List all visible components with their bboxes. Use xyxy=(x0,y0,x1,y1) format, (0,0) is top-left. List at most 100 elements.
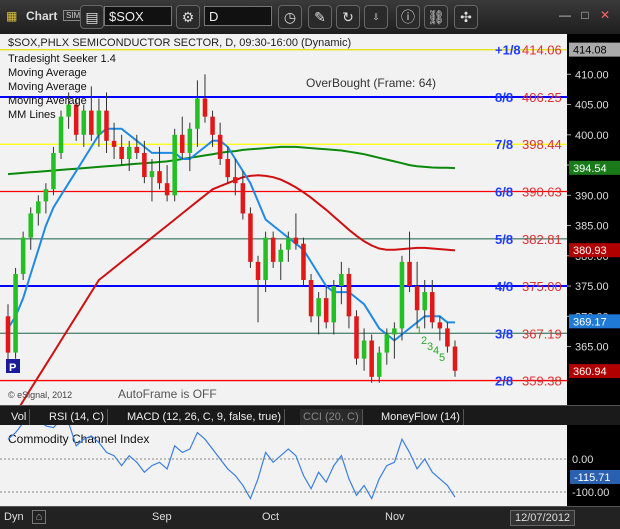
seeker-count-5: 5 xyxy=(439,352,445,364)
candle-body-47 xyxy=(361,340,367,359)
refresh-icon[interactable]: ↻ xyxy=(336,5,360,29)
clock-icon[interactable]: ◷ xyxy=(278,5,302,29)
candle-body-21 xyxy=(164,183,170,196)
mm-label-6: 3/8 xyxy=(495,326,513,341)
get-icon[interactable]: ⇩ xyxy=(364,5,388,29)
candle-body-3 xyxy=(28,213,34,238)
maximize-icon[interactable]: □ xyxy=(576,8,594,24)
candle-body-32 xyxy=(248,213,253,262)
y-tick-label-4: 390.00 xyxy=(575,190,609,202)
symbol-input[interactable]: $SOX xyxy=(104,6,172,26)
candle-body-4 xyxy=(36,201,41,214)
candle-body-44 xyxy=(339,273,344,287)
candle-body-19 xyxy=(149,171,155,178)
minimize-icon[interactable]: — xyxy=(556,8,574,24)
candle-body-53 xyxy=(407,261,412,287)
candle-body-43 xyxy=(331,286,337,323)
mm-value-4: 382.81 xyxy=(522,232,562,247)
candle-body-59 xyxy=(452,346,458,371)
lock-icon[interactable]: ⌂ xyxy=(32,510,46,524)
close-icon[interactable]: ✕ xyxy=(596,8,614,24)
candle-body-10 xyxy=(81,110,87,135)
candle-body-58 xyxy=(445,328,450,347)
candle-body-6 xyxy=(51,152,56,190)
candle-body-0 xyxy=(5,316,11,353)
y-tick-label-1: 405.00 xyxy=(575,100,609,112)
candle-body-30 xyxy=(233,177,238,184)
y-tick-label-9: 365.00 xyxy=(575,342,609,354)
x-label-nov: Nov xyxy=(385,511,405,523)
pencil-icon[interactable]: ✎ xyxy=(308,5,332,29)
gear-icon[interactable]: ⚙ xyxy=(176,5,200,29)
candle-body-42 xyxy=(323,298,329,323)
info-icon[interactable]: ⓘ xyxy=(396,5,420,29)
candle-body-26 xyxy=(202,98,208,117)
x-label-oct: Oct xyxy=(262,511,280,523)
interval-input[interactable]: D xyxy=(204,6,272,26)
candle-body-20 xyxy=(157,171,162,184)
candle-body-29 xyxy=(225,159,230,178)
candle-body-52 xyxy=(399,261,405,329)
study-label-ma2: Moving Average xyxy=(8,81,87,93)
chart-toolbar: ▦ Chart SIM ▤ $SOX ⚙ D ◷ ✎ ↻ ⇩ ⓘ ⛓ ✣ — □… xyxy=(0,0,620,35)
candle-body-39 xyxy=(301,243,306,280)
layout-icon[interactable]: ▤ xyxy=(80,5,104,29)
overbought-label: OverBought (Frame: 64) xyxy=(306,76,436,90)
cci-tick-minus100: -100.00 xyxy=(572,487,609,499)
time-axis[interactable]: Dyn ⌂ Sep Oct Nov 12/07/2012 xyxy=(0,506,620,529)
candle-body-45 xyxy=(346,273,352,317)
price-tag-2: 380.93 xyxy=(573,245,607,257)
candle-body-33 xyxy=(255,261,261,280)
candle-body-1 xyxy=(13,273,18,353)
candle-body-36 xyxy=(278,249,284,262)
y-tick-label-5: 385.00 xyxy=(575,221,609,233)
tab-rsi[interactable]: RSI (14, C) xyxy=(46,409,109,425)
mm-label-2: 7/8 xyxy=(495,137,513,152)
candle-body-23 xyxy=(179,134,185,153)
indicator-tab-bar: Vol RSI (14, C) MACD (12, 26, C, 9, fals… xyxy=(0,405,620,426)
candle-body-11 xyxy=(89,110,94,135)
mm-label-3: 6/8 xyxy=(495,184,513,199)
candle-body-28 xyxy=(217,134,223,159)
settings-icon[interactable]: ✣ xyxy=(454,5,478,29)
candle-body-22 xyxy=(172,134,177,196)
price-chart[interactable]: +1/8 414.06 8/8 406.25 7/8 398.44 6/8 390.63 5/8… xyxy=(0,34,620,405)
candle-body-40 xyxy=(308,280,314,317)
cci-chart[interactable]: Commodity Channel Index 0.00 -100.00 -11… xyxy=(0,425,620,506)
candle-body-57 xyxy=(437,322,443,329)
candle-body-14 xyxy=(111,140,117,147)
x-label-sep: Sep xyxy=(152,511,172,523)
mm-label-5: 4/8 xyxy=(495,279,513,294)
candle-body-24 xyxy=(187,128,193,153)
link-icon[interactable]: ⛓ xyxy=(424,5,448,29)
candle-body-7 xyxy=(58,116,64,153)
tab-moneyflow[interactable]: MoneyFlow (14) xyxy=(378,409,464,425)
candle-body-38 xyxy=(293,237,299,244)
price-tag-4: 360.94 xyxy=(573,366,607,378)
candle-body-51 xyxy=(392,328,397,335)
mm-label-0: +1/8 xyxy=(495,43,521,58)
tab-cci[interactable]: CCI (20, C) xyxy=(300,409,363,425)
x-label-dyn[interactable]: Dyn xyxy=(4,511,24,523)
candle-body-34 xyxy=(263,237,268,280)
mm-value-0: 414.06 xyxy=(522,43,562,58)
tab-macd[interactable]: MACD (12, 26, C, 9, false, true) xyxy=(124,409,286,425)
candle-body-12 xyxy=(96,110,102,135)
tab-vol[interactable]: Vol xyxy=(8,409,31,425)
candle-body-27 xyxy=(210,116,215,135)
mm-value-1: 406.25 xyxy=(522,90,562,105)
candle-body-5 xyxy=(43,189,49,202)
study-label-mm: MM Lines xyxy=(8,109,56,121)
mm-value-5: 375.00 xyxy=(522,279,562,294)
candle-body-9 xyxy=(73,104,79,135)
price-tag-1: 394.54 xyxy=(573,163,607,175)
copyright-label: © eSignal, 2012 xyxy=(8,390,72,400)
mm-label-1: 8/8 xyxy=(495,90,513,105)
autoframe-label: AutoFrame is OFF xyxy=(118,387,217,401)
chart-header: $SOX,PHLX SEMICONDUCTOR SECTOR, D, 09:30… xyxy=(8,37,351,49)
mm-label-4: 5/8 xyxy=(495,232,513,247)
study-label-ma3: Moving Average xyxy=(8,95,87,107)
candle-body-31 xyxy=(240,183,246,214)
price-tag-3: 369.17 xyxy=(573,316,607,328)
price-tag-0: 414.08 xyxy=(573,45,607,57)
